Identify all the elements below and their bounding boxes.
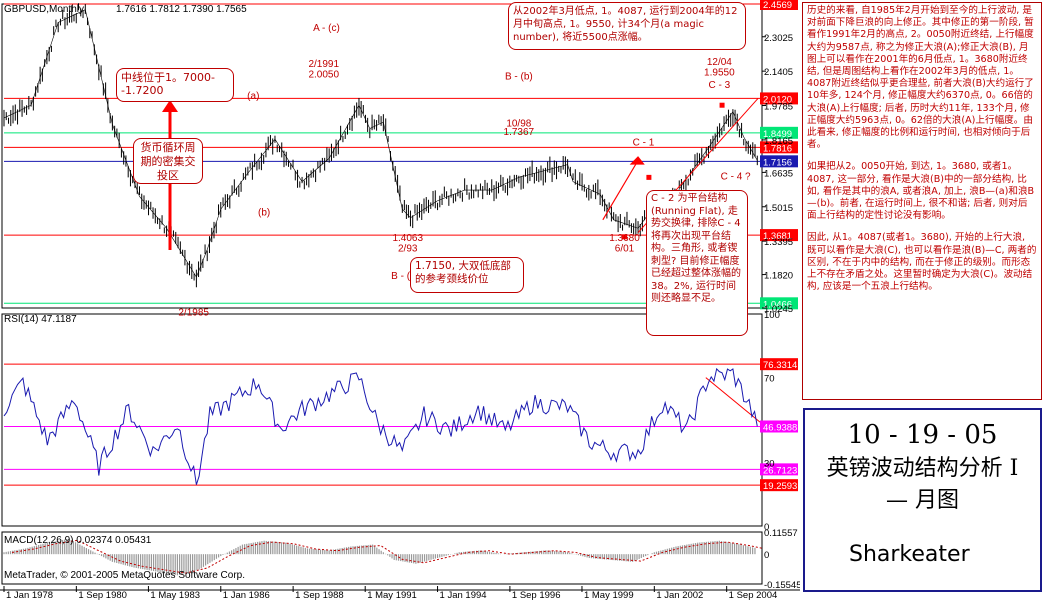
analysis-text-panel: 历史的来看, 自1985年2月开始到至今的上行波动, 是对前面下降巨浪的向上修正… — [802, 2, 1042, 400]
macd-title: MACD(12,26,9) 0.02374 0.05431 — [4, 535, 152, 546]
chart-stage: 2.4569 2.0120 1.8499 1.7816 1.7156 1.3681 1.04… — [0, 0, 1048, 600]
title-box: 10 - 19 - 05 英镑波动结构分析 I — 月图 Sharkeater — [803, 408, 1042, 592]
rsi-title: RSI(14) 47.1187 — [4, 314, 77, 325]
y-tick-label: 1.6635 — [764, 168, 793, 179]
wave-label: C - 3 — [709, 80, 731, 91]
x-tick-label: 1 May 1983 — [150, 590, 200, 600]
wave-label: 2.0050 — [308, 70, 339, 81]
mid-line-note: 中线位于1。7000--1.7200 — [116, 68, 234, 102]
wave-label: (a) — [247, 91, 259, 102]
x-tick-label: 1 Sep 1980 — [78, 590, 127, 600]
wave-label: C - 4 ? — [721, 171, 751, 182]
wave-label: 12/04 — [707, 57, 732, 68]
price-level-label: 1.7156 — [763, 157, 792, 168]
y-tick-label: 1.3395 — [764, 237, 793, 248]
cycle-note: 货币循环周期的密集交投区 — [133, 138, 203, 184]
wave-marker — [719, 102, 725, 108]
title-line-1: 英镑波动结构分析 I — [826, 456, 1019, 481]
c2-note-text: C - 2 为平台结构(Running Flat), 走势交换律, 排除C - … — [651, 193, 741, 304]
wave-label: B - (b) — [505, 72, 533, 83]
wave-label: 6/01 — [615, 244, 635, 255]
x-tick-label: 1 Sep 2004 — [729, 590, 778, 600]
wave-label: 2/93 — [398, 244, 418, 255]
top-note-text: 从2002年3月低点, 1。4087, 运行到2004年的12月中旬高点, 1。… — [513, 6, 738, 43]
wave-label: C - 1 — [633, 138, 655, 149]
wave-label: 2/1991 — [308, 59, 339, 70]
y-tick-label: 2.1405 — [764, 67, 793, 78]
ohlc-label: 1.7616 1.7812 1.7390 1.7565 — [116, 4, 247, 15]
x-tick-label: 1 Jan 1986 — [223, 590, 270, 600]
rsi-level-label: 46.9388 — [763, 422, 797, 433]
rsi-level-label: 76.3314 — [763, 360, 797, 371]
rsi-tick-label: 30 — [764, 458, 775, 469]
cycle-note-text: 货币循环周期的密集交投区 — [140, 141, 196, 182]
y-tick-label: 1.8165 — [764, 136, 793, 147]
wave-label: A - (c) — [313, 23, 340, 34]
price-level-label: 2.4569 — [763, 0, 792, 11]
x-tick-label: 1 Jan 2002 — [656, 590, 703, 600]
wave-label: (b) — [258, 208, 270, 219]
rsi-level-label: 19.2593 — [763, 481, 797, 492]
wave-label: 1.4063 — [392, 233, 423, 244]
y-tick-label: 1.9785 — [764, 102, 793, 113]
x-tick-label: 1 May 1991 — [367, 590, 417, 600]
analysis-paragraph-3: 因此, 从1。4087(或者1。3680), 开始的上行大浪, 既可以看作是大浪… — [807, 232, 1037, 293]
symbol-label: GBPUSD,Monthly — [4, 4, 84, 15]
neckline-note: 1.7150, 大双低底部的参考颈线价位 — [410, 257, 524, 293]
top-note: 从2002年3月低点, 1。4087, 运行到2004年的12月中旬高点, 1。… — [508, 2, 746, 50]
analysis-paragraph-2: 如果把从2。0050开始, 到达, 1。3680, 或者1。4087, 这一部分… — [807, 161, 1035, 222]
rsi-tick-label: 70 — [764, 374, 775, 385]
wave-label: 1.7367 — [504, 127, 535, 138]
neckline-note-text: 1.7150, 大双低底部的参考颈线价位 — [415, 260, 511, 285]
copyright-label: MetaTrader, © 2001-2005 MetaQuotes Softw… — [4, 570, 245, 581]
y-tick-label: 1.1820 — [764, 271, 793, 282]
title-line-2: — 月图 — [886, 488, 959, 513]
y-tick-label: 2.3025 — [764, 33, 793, 44]
analysis-paragraph-1: 历史的来看, 自1985年2月开始到至今的上行波动, 是对前面下降巨浪的向上修正… — [807, 5, 1034, 151]
x-tick-label: 1 Sep 1996 — [512, 590, 561, 600]
y-tick-label: 1.5015 — [764, 203, 793, 214]
wave-label: 1.3680 — [609, 233, 640, 244]
mid-line-note-text: 中线位于1。7000--1.7200 — [121, 71, 215, 97]
title-author: Sharkeater — [849, 542, 970, 567]
x-tick-label: 1 Jan 1978 — [6, 590, 53, 600]
title-date: 10 - 19 - 05 — [847, 420, 998, 450]
macd-tick-label: 0.11557 — [764, 528, 798, 539]
wave-label: 1.9550 — [704, 68, 735, 79]
x-tick-label: 1 Jan 1994 — [440, 590, 487, 600]
macd-tick-label: 0 — [764, 550, 769, 561]
c2-note: C - 2 为平台结构(Running Flat), 走势交换律, 排除C - … — [646, 190, 748, 336]
x-tick-label: 1 May 1999 — [584, 590, 634, 600]
wave-marker — [646, 174, 652, 180]
y-tick-label: 1.0245 — [764, 304, 793, 315]
wave-label: 2/1985 — [178, 307, 209, 318]
x-tick-label: 1 Sep 1988 — [295, 590, 344, 600]
